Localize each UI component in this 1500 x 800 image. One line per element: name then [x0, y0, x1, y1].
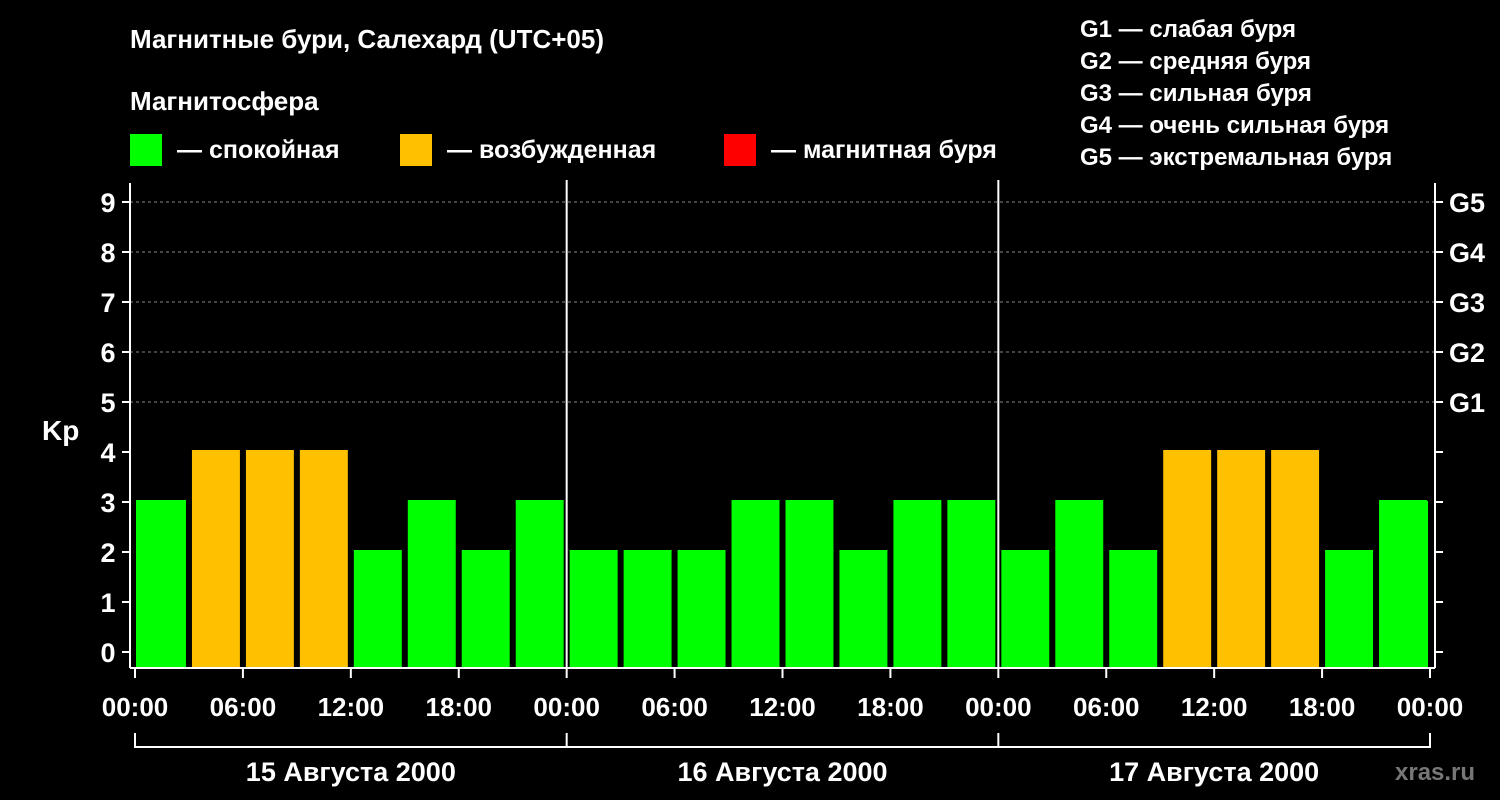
- y-tick-label: 8: [100, 238, 115, 268]
- kp-bar: [947, 500, 996, 667]
- y-tick-label: 7: [100, 288, 115, 318]
- kp-bar: [1001, 550, 1050, 667]
- kp-bar: [299, 450, 348, 667]
- kp-bar: [1217, 450, 1266, 667]
- y-tick-label: 4: [100, 438, 115, 468]
- legend-swatch-active: [400, 134, 432, 166]
- kp-bar: [515, 500, 564, 667]
- g-level-label: G4: [1449, 238, 1485, 268]
- y-tick-label: 0: [100, 638, 115, 668]
- kp-bar: [623, 550, 672, 667]
- kp-bar-partial: [1417, 501, 1428, 668]
- y-tick-label: 5: [100, 388, 115, 418]
- kp-bar: [1271, 450, 1320, 667]
- x-tick-label: 18:00: [426, 692, 493, 722]
- g-level-label: G1: [1449, 388, 1485, 418]
- kp-bar: [461, 550, 510, 667]
- storm-scale-g4: G4 — очень сильная буря: [1080, 112, 1389, 139]
- magnetosphere-label: Магнитосфера: [130, 86, 319, 116]
- kp-bar: [839, 550, 888, 667]
- x-tick-label: 18:00: [1289, 692, 1356, 722]
- chart-title: Магнитные бури, Салехард (UTC+05): [130, 24, 604, 54]
- x-tick-label: 00:00: [965, 692, 1032, 722]
- storm-scale-g3: G3 — сильная буря: [1080, 80, 1312, 107]
- legend-label-quiet: — спокойная: [177, 136, 340, 164]
- kp-bar: [191, 450, 240, 667]
- watermark: xras.ru: [1395, 759, 1475, 786]
- x-tick-label: 00:00: [533, 692, 600, 722]
- x-tick-label: 18:00: [857, 692, 924, 722]
- x-tick-label: 12:00: [749, 692, 816, 722]
- legend-label-active: — возбужденная: [447, 136, 656, 164]
- kp-bar: [569, 550, 618, 667]
- kp-bar: [407, 500, 456, 667]
- x-tick-label: 06:00: [210, 692, 277, 722]
- y-tick-label: 2: [100, 538, 115, 568]
- y-tick-label: 3: [100, 488, 115, 518]
- plot-area: 0 1 2 3 4 5 6 7 8 9 G1 G2 G3 G4 G5 00:00 06:00 12:00 18:00…: [100, 180, 1485, 787]
- g-level-label: G2: [1449, 338, 1485, 368]
- x-tick-label: 12:00: [1181, 692, 1248, 722]
- storm-scale-g1: G1 — слабая буря: [1080, 16, 1296, 43]
- kp-bar: [1055, 500, 1104, 667]
- kp-bar: [731, 500, 780, 667]
- storm-scale-legend: G1 — слабая буря G2 — средняя буря G3 — …: [1080, 16, 1392, 171]
- day-label: 16 Августа 2000: [677, 757, 887, 787]
- day-label: 15 Августа 2000: [246, 757, 456, 787]
- legend: — спокойная — возбужденная — магнитная б…: [130, 134, 997, 166]
- x-tick-label: 00:00: [1397, 692, 1464, 722]
- kp-chart: Магнитные бури, Салехард (UTC+05) Магнит…: [42, 16, 1485, 787]
- storm-scale-g2: G2 — средняя буря: [1080, 48, 1311, 75]
- kp-bar: [785, 500, 834, 667]
- kp-bar: [1109, 550, 1158, 667]
- kp-bar: [245, 450, 294, 667]
- storm-scale-g5: G5 — экстремальная буря: [1080, 144, 1392, 171]
- day-label: 17 Августа 2000: [1109, 757, 1319, 787]
- y-tick-label: 9: [100, 188, 115, 218]
- kp-bar: [1163, 450, 1212, 667]
- x-tick-label: 06:00: [1073, 692, 1140, 722]
- kp-bar: [893, 500, 942, 667]
- legend-label-storm: — магнитная буря: [771, 136, 997, 164]
- x-tick-label: 06:00: [641, 692, 708, 722]
- g-level-label: G3: [1449, 288, 1485, 318]
- y-tick-label: 6: [100, 338, 115, 368]
- x-tick-label: 12:00: [318, 692, 385, 722]
- kp-bar: [353, 550, 402, 667]
- legend-swatch-storm: [724, 134, 756, 166]
- kp-bar: [1325, 550, 1374, 667]
- legend-swatch-quiet: [130, 134, 162, 166]
- g-level-label: G5: [1449, 188, 1485, 218]
- x-tick-label: 00:00: [102, 692, 169, 722]
- y-tick-label: 1: [100, 588, 115, 618]
- kp-bar: [136, 500, 186, 667]
- y-axis-label: Kp: [42, 415, 79, 446]
- kp-bar: [677, 550, 726, 667]
